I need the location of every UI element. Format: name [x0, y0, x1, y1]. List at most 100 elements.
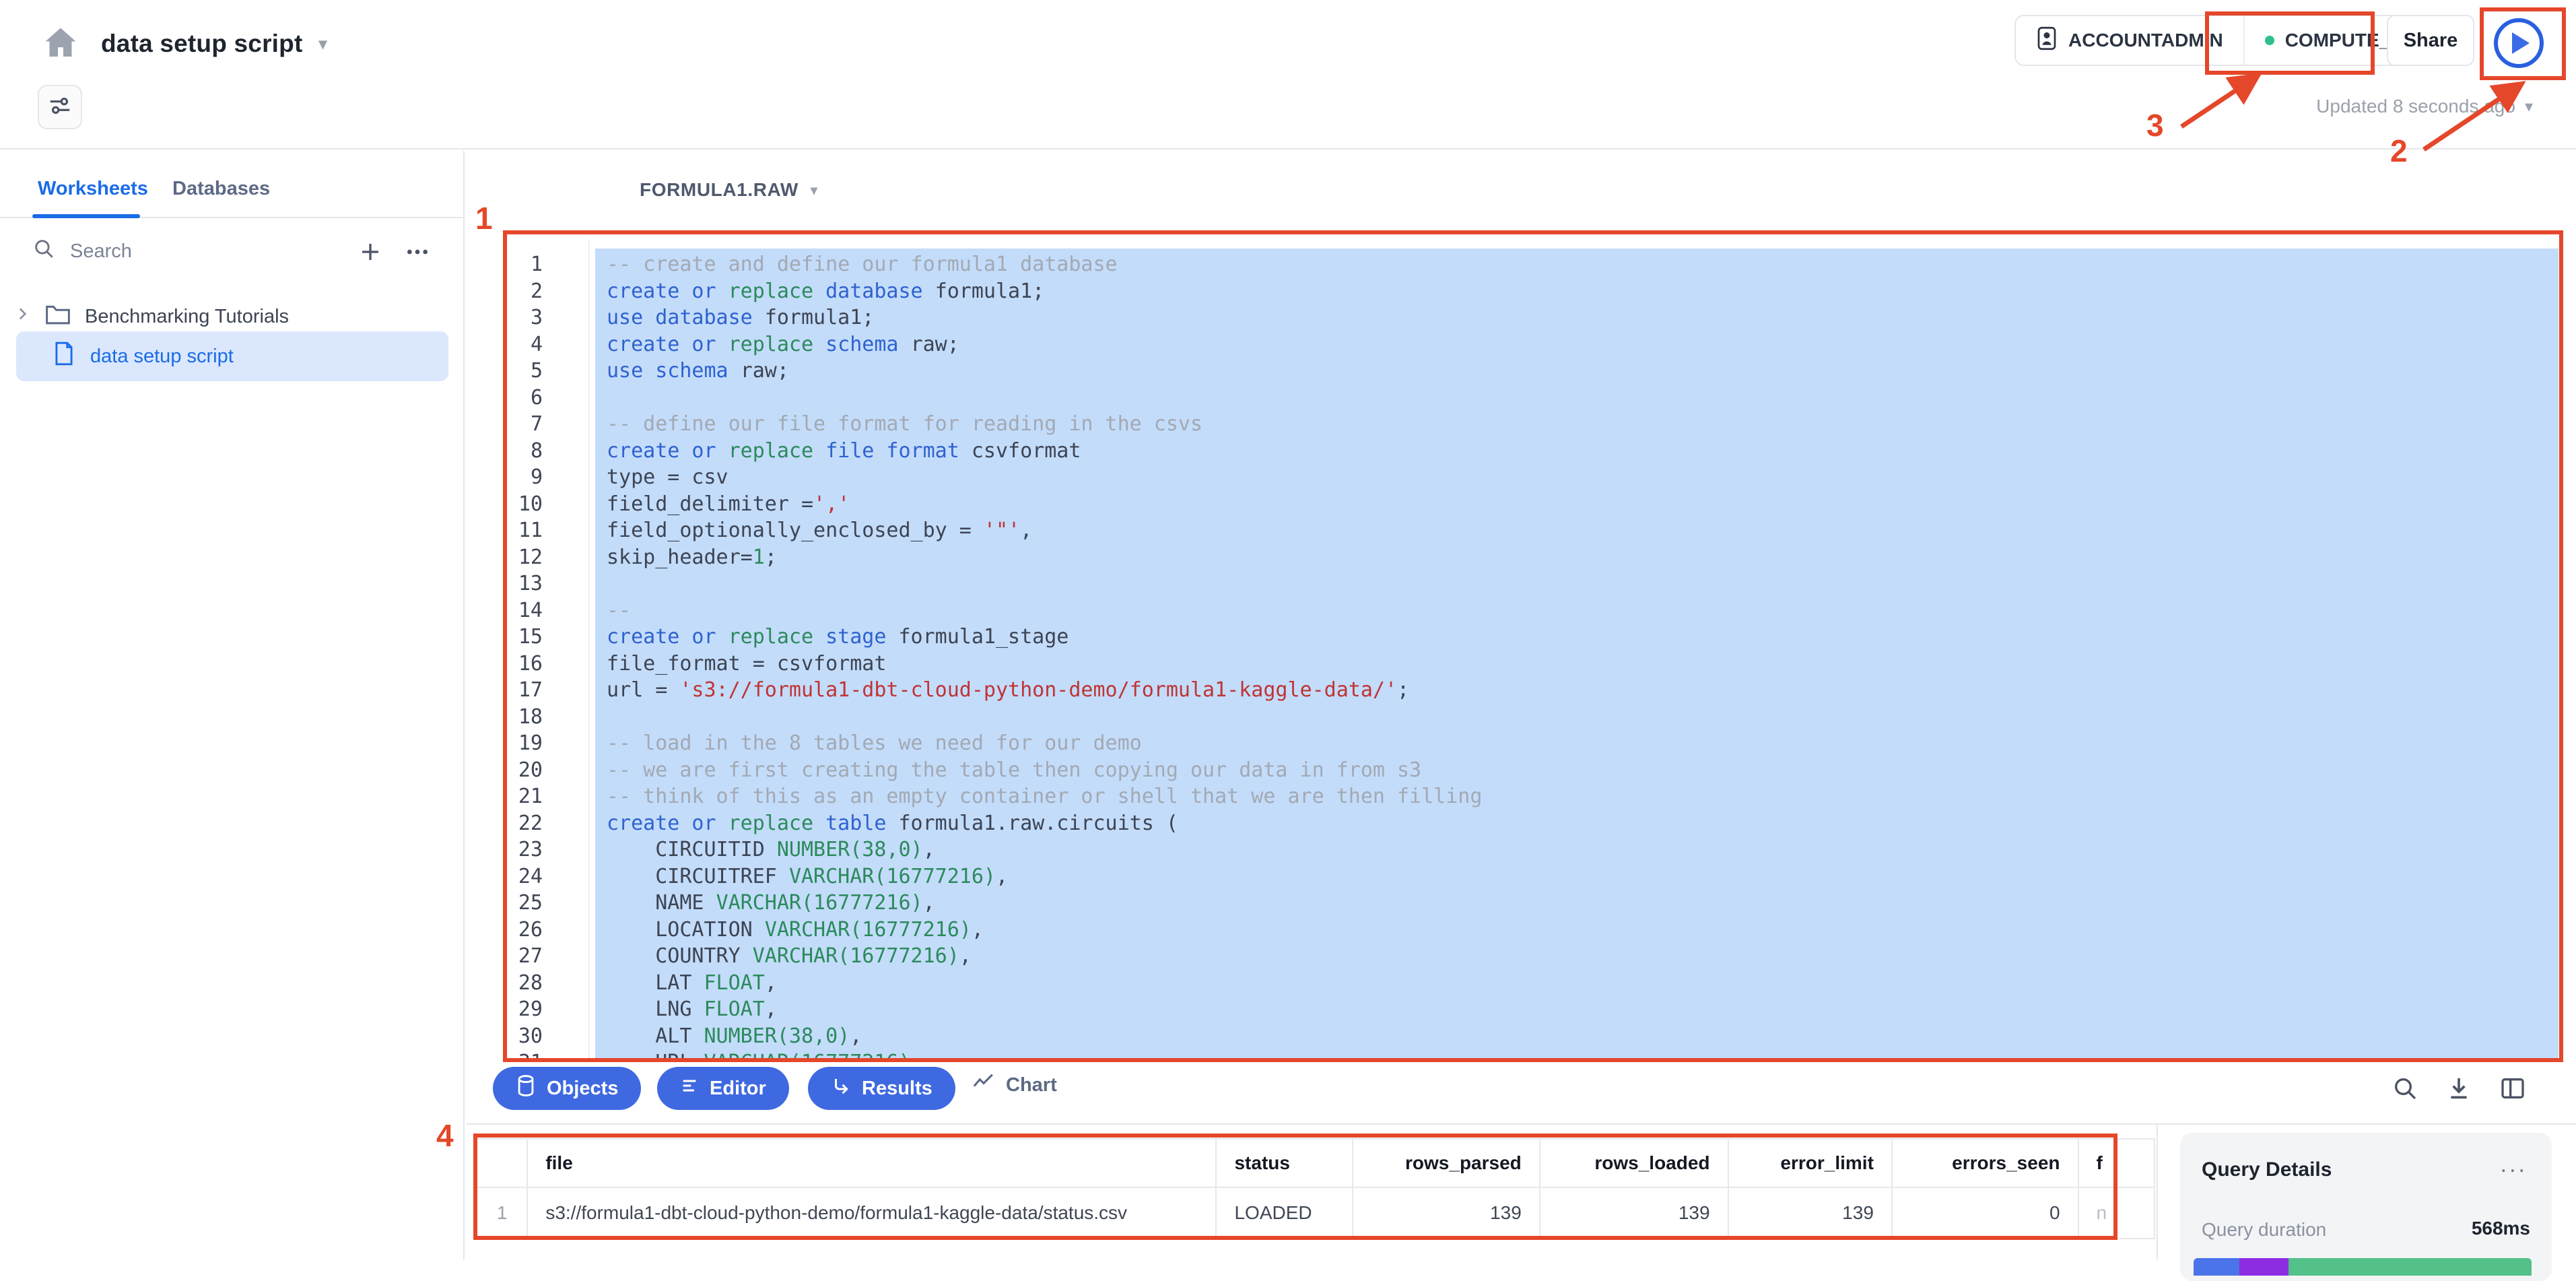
duration-bar — [2194, 1258, 2532, 1276]
line-content: COUNTRY VARCHAR(16777216), — [509, 944, 972, 968]
tab-worksheets[interactable]: Worksheets — [38, 178, 148, 200]
search-input[interactable]: Search — [32, 237, 132, 265]
results-toolbar: Objects Editor Results — [466, 1063, 2576, 1125]
line-content: CIRCUITREF VARCHAR(16777216), — [509, 865, 1008, 888]
code-line[interactable]: 8create or replace file format csvformat — [509, 439, 2558, 466]
share-label: Share — [2404, 30, 2458, 52]
code-line[interactable]: 12skip_header=1; — [509, 546, 2558, 572]
results-toggle-button[interactable]: Results — [808, 1067, 955, 1110]
code-line[interactable]: 3use database formula1; — [509, 306, 2558, 333]
database-schema-selector[interactable]: FORMULA1.RAW ▾ — [640, 179, 818, 201]
col-header-error-limit[interactable]: error_limit — [1728, 1139, 1892, 1187]
col-header-file[interactable]: file — [527, 1139, 1216, 1187]
line-number: 6 — [509, 386, 588, 409]
col-header-rows-parsed[interactable]: rows_parsed — [1353, 1139, 1539, 1187]
worksheet-title-menu[interactable]: data setup script ▾ — [101, 30, 327, 58]
query-details-menu-button[interactable]: ... — [2501, 1152, 2528, 1178]
line-content: use database formula1; — [509, 306, 874, 329]
line-number: 18 — [509, 705, 588, 729]
share-button[interactable]: Share — [2387, 15, 2474, 66]
col-header-errors-seen[interactable]: errors_seen — [1892, 1139, 2078, 1187]
line-content: file_format = csvformat — [509, 652, 886, 676]
code-line[interactable]: 19-- load in the 8 tables we need for ou… — [509, 731, 2558, 758]
row-number-cell: 1 — [477, 1187, 527, 1239]
line-content: NAME VARCHAR(16777216), — [509, 891, 935, 915]
code-line[interactable]: 24 CIRCUITREF VARCHAR(16777216), — [509, 865, 2558, 892]
code-line[interactable]: 13 — [509, 572, 2558, 599]
new-worksheet-button[interactable] — [353, 234, 388, 269]
line-content: field_optionally_enclosed_by = '"', — [509, 519, 1032, 542]
code-line[interactable]: 2create or replace database formula1; — [509, 280, 2558, 306]
active-tab-underline — [32, 214, 140, 218]
code-line[interactable]: 28 LAT FLOAT, — [509, 971, 2558, 998]
tab-databases[interactable]: Databases — [172, 178, 270, 200]
code-line[interactable]: 20-- we are first creating the table the… — [509, 758, 2558, 785]
line-content: type = csv — [509, 465, 728, 489]
query-duration-value: 568ms — [2472, 1218, 2530, 1239]
code-line[interactable]: 4create or replace schema raw; — [509, 333, 2558, 360]
chart-label: Chart — [1006, 1074, 1057, 1096]
code-line[interactable]: 25 NAME VARCHAR(16777216), — [509, 891, 2558, 918]
page-title: data setup script — [101, 30, 302, 58]
code-line[interactable]: 9type = csv — [509, 465, 2558, 492]
editor-toggle-button[interactable]: Editor — [657, 1067, 789, 1110]
line-content: create or replace file format csvformat — [509, 439, 1081, 463]
code-line[interactable]: 18 — [509, 705, 2558, 732]
code-line[interactable]: 29 LNG FLOAT, — [509, 997, 2558, 1024]
line-content: skip_header=1; — [509, 546, 777, 569]
code-line[interactable]: 26 LOCATION VARCHAR(16777216), — [509, 918, 2558, 945]
pane-divider — [2157, 1125, 2158, 1259]
run-button[interactable] — [2494, 18, 2544, 68]
home-icon — [40, 23, 81, 67]
download-results-button[interactable] — [2440, 1070, 2478, 1107]
sidebar-item-data-setup-script[interactable]: data setup script — [16, 331, 448, 381]
code-line[interactable]: 17url = 's3://formula1-dbt-cloud-python-… — [509, 678, 2558, 705]
line-number: 13 — [509, 572, 588, 595]
context-pill: ACCOUNTADMIN COMPUTE_WH — [2014, 15, 2443, 66]
col-header-status[interactable]: status — [1216, 1139, 1353, 1187]
code-line[interactable]: 14-- — [509, 599, 2558, 626]
chart-toggle-button[interactable]: Chart — [972, 1072, 1057, 1098]
code-line[interactable]: 7-- define our file format for reading i… — [509, 412, 2558, 439]
duration-bar-segment — [2239, 1258, 2289, 1276]
cell-errors-seen: 0 — [1892, 1187, 2078, 1239]
code-line[interactable]: 16file_format = csvformat — [509, 652, 2558, 679]
filters-button[interactable] — [38, 85, 82, 129]
line-content: LNG FLOAT, — [509, 997, 777, 1021]
more-options-button[interactable] — [400, 234, 435, 269]
query-details-title: Query Details — [2202, 1158, 2332, 1181]
query-duration-label: Query duration — [2202, 1219, 2326, 1241]
code-line[interactable]: 10field_delimiter =',' — [509, 492, 2558, 519]
worksheet-file-icon — [53, 341, 75, 372]
code-line[interactable]: 5use schema raw; — [509, 359, 2558, 386]
context-label: FORMULA1.RAW — [640, 179, 799, 201]
code-line[interactable]: 31 URL VARCHAR(16777216), — [509, 1051, 2558, 1061]
sidebar-folder-benchmarking-tutorials[interactable]: Benchmarking Tutorials — [13, 298, 451, 335]
line-content: LOCATION VARCHAR(16777216), — [509, 918, 984, 942]
code-line[interactable]: 6 — [509, 386, 2558, 413]
search-results-button[interactable] — [2386, 1070, 2424, 1107]
line-content: LAT FLOAT, — [509, 971, 777, 995]
code-line[interactable]: 1-- create and define our formula1 datab… — [509, 253, 2558, 280]
code-line[interactable]: 27 COUNTRY VARCHAR(16777216), — [509, 944, 2558, 971]
table-row[interactable]: 1 s3://formula1-dbt-cloud-python-demo/fo… — [477, 1187, 2155, 1239]
code-line[interactable]: 15create or replace stage formula1_stage — [509, 625, 2558, 652]
results-arrow-icon — [831, 1076, 851, 1101]
home-button[interactable] — [35, 19, 86, 70]
chevron-down-icon: ▾ — [318, 34, 327, 54]
code-line[interactable]: 23 CIRCUITID NUMBER(38,0), — [509, 838, 2558, 865]
objects-toggle-button[interactable]: Objects — [493, 1067, 641, 1110]
code-line[interactable]: 22create or replace table formula1.raw.c… — [509, 812, 2558, 839]
col-header-f[interactable]: f — [2078, 1139, 2155, 1187]
col-header-rows-loaded[interactable]: rows_loaded — [1540, 1139, 1728, 1187]
sql-editor[interactable]: 1-- create and define our formula1 datab… — [509, 239, 2558, 1061]
line-content: -- define our file format for reading in… — [509, 412, 1202, 436]
split-columns-button[interactable] — [2494, 1070, 2532, 1107]
chevron-down-icon: ▾ — [811, 182, 818, 199]
updated-status-menu[interactable]: Updated 8 seconds ago ▾ — [2316, 96, 2533, 117]
selected-worksheet-label: data setup script — [90, 346, 234, 368]
code-line[interactable]: 11field_optionally_enclosed_by = '"', — [509, 519, 2558, 546]
code-line[interactable]: 30 ALT NUMBER(38,0), — [509, 1024, 2558, 1051]
code-line[interactable]: 21-- think of this as an empty container… — [509, 785, 2558, 812]
role-selector[interactable]: ACCOUNTADMIN — [2016, 16, 2243, 65]
